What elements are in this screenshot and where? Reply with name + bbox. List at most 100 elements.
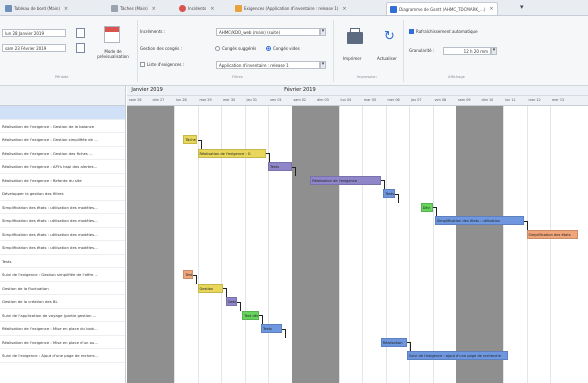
gantt-task-bar[interactable]: Réalisation bbox=[380, 337, 407, 347]
tab-requirements[interactable]: Exigences (Application d'inventaire : re… bbox=[232, 2, 350, 15]
close-icon[interactable]: × bbox=[152, 6, 156, 12]
gantt-task-bar[interactable]: Gestion bbox=[197, 283, 224, 293]
dropdown-arrow-icon[interactable]: ▾ bbox=[520, 3, 524, 11]
task-row[interactable]: Simplification des états : utilisation d… bbox=[0, 241, 125, 255]
day-label: mar 05 bbox=[364, 98, 377, 102]
gantt-task-bar[interactable]: Gest bbox=[225, 297, 238, 306]
task-row[interactable]: Gestion de la fluctuation bbox=[0, 282, 125, 295]
dependency-connector bbox=[409, 342, 411, 351]
group-label-periode: Période bbox=[55, 75, 69, 79]
exigences-field[interactable]: Application d'inventaire : release 1 bbox=[216, 61, 320, 69]
task-row[interactable]: Simplification des états : utilisation d… bbox=[0, 201, 125, 214]
task-list-header bbox=[0, 86, 125, 106]
close-icon[interactable]: × bbox=[64, 6, 68, 12]
gantt-task-bar[interactable]: Tests bbox=[383, 189, 395, 198]
task-row[interactable]: Tests bbox=[0, 255, 125, 268]
task-row[interactable]: Suivi de l'application de voyage (partie… bbox=[0, 309, 125, 322]
exigences-checkbox[interactable] bbox=[140, 62, 145, 67]
preview-mode-button[interactable]: Mode de prévisualisation bbox=[92, 49, 134, 59]
task-row[interactable]: Réalisation de l'exigence : Refonte du s… bbox=[0, 174, 125, 187]
printer-icon[interactable] bbox=[347, 28, 363, 44]
gantt-task-bar[interactable]: Réalisation de l'exigence bbox=[310, 175, 381, 185]
day-label: sam 26 bbox=[129, 98, 142, 102]
task-row[interactable]: Réalisation de l'exigence : Gestion simp… bbox=[0, 133, 125, 147]
tab-incidents[interactable]: Incidents × bbox=[176, 2, 217, 15]
day-label: lun 11 bbox=[505, 98, 516, 102]
tab-label: Exigences (Application d'inventaire : re… bbox=[244, 6, 339, 11]
auto-refresh-checkbox[interactable] bbox=[409, 29, 414, 34]
gantt-task-bar[interactable]: Test bbox=[183, 270, 193, 279]
zoom-dropdown[interactable]: ▾ bbox=[491, 47, 497, 55]
task-row[interactable]: Développer la gestion des filtres bbox=[0, 187, 125, 201]
conges-option-1: Congés suggérés bbox=[222, 46, 257, 51]
dependency-connector bbox=[527, 220, 529, 230]
gantt-task-bar[interactable]: Réalisation de l'exigence : G bbox=[197, 148, 266, 158]
tab-tasks[interactable]: Tâches (Main) × bbox=[108, 2, 159, 15]
day-label: mer 06 bbox=[387, 98, 400, 102]
day-label: dim 03 bbox=[317, 98, 329, 102]
group-label-impression: Impression bbox=[357, 75, 377, 79]
day-label: jeu 07 bbox=[411, 98, 422, 102]
tab-label: Tâches (Main) bbox=[120, 6, 148, 11]
gantt-task-bar[interactable]: Simplification des états : utilisation bbox=[434, 216, 525, 225]
zoom-label: Granularité : bbox=[409, 48, 435, 53]
day-label: lun 28 bbox=[176, 98, 187, 102]
print-button[interactable]: Imprimer bbox=[343, 56, 361, 61]
ribbon-toolbar: lun 28 Janvier 2019 sam 23 Février 2019 … bbox=[0, 16, 588, 86]
day-label: sam 02 bbox=[293, 98, 307, 102]
timeline: Janvier 2019 Février 2019 sam 26 dim 27 lun… bbox=[127, 86, 588, 383]
weekend-column bbox=[315, 106, 339, 383]
close-icon[interactable]: × bbox=[342, 6, 346, 12]
end-date-field[interactable]: sam 23 Février 2019 bbox=[2, 44, 66, 52]
calendar-icon[interactable] bbox=[76, 28, 85, 38]
task-row[interactable]: Suivi de l'exigence : Gestion simplifiée… bbox=[0, 268, 125, 282]
task-row-selected[interactable] bbox=[0, 106, 125, 120]
task-row[interactable]: Suivi de l'exigence : Ajout d'une page d… bbox=[0, 349, 125, 363]
task-row[interactable]: Réalisation de l'exigence : Mise en plac… bbox=[0, 336, 125, 349]
conges-empty-radio[interactable] bbox=[266, 46, 271, 51]
task-row[interactable]: Simplification des états : utilisation d… bbox=[0, 228, 125, 241]
gantt-task-bar[interactable]: Tests bbox=[268, 162, 292, 171]
group-label-filtres: Filtres bbox=[232, 75, 243, 79]
day-header: sam 26 dim 27 lun 28 mar 29 mer 30 jeu 31 ven … bbox=[127, 96, 588, 106]
close-icon[interactable]: × bbox=[210, 6, 214, 12]
refresh-icon[interactable]: ↻ bbox=[384, 30, 395, 44]
gantt-task-bar[interactable]: Dév bbox=[420, 202, 433, 212]
gantt-task-bar[interactable]: Tâche bbox=[183, 135, 198, 144]
zoom-field[interactable]: 12 h 20 mm bbox=[443, 47, 491, 55]
gantt-task-bar[interactable]: Simplification des états bbox=[526, 229, 579, 239]
gantt-task-bar[interactable]: Test dévt bbox=[242, 310, 259, 320]
task-row[interactable]: Réalisation de l'exigence : Mise en plac… bbox=[0, 322, 125, 336]
day-gridline bbox=[338, 106, 340, 383]
task-row[interactable]: Réalisation de l'exigence : API's hapi d… bbox=[0, 160, 125, 174]
exigences-label: Liste d'exigences : bbox=[147, 62, 185, 67]
task-row[interactable]: Réalisation de l'exigence : Gestion des … bbox=[0, 147, 125, 160]
conges-suggested-radio[interactable] bbox=[215, 46, 220, 51]
tab-label: Tableau de bord (Main) bbox=[14, 6, 60, 11]
task-list: Réalisation de l'exigence : Gestion de l… bbox=[0, 86, 126, 383]
day-gridline bbox=[174, 106, 175, 383]
separator bbox=[137, 20, 138, 82]
task-row[interactable]: Gestion de la création des BL bbox=[0, 295, 125, 309]
dependency-connector bbox=[200, 139, 202, 149]
grid-icon bbox=[5, 5, 12, 12]
task-row[interactable]: Simplification des états : utilisation d… bbox=[0, 214, 125, 228]
calendar-preview-icon[interactable] bbox=[104, 26, 120, 43]
tab-dashboard[interactable]: Tableau de bord (Main) × bbox=[2, 2, 71, 15]
close-icon[interactable]: × bbox=[489, 6, 493, 12]
task-row[interactable]: Réalisation de l'exigence : Gestion de l… bbox=[0, 120, 125, 133]
gantt-task-bar[interactable]: Suivi de l'exigence : ajout d'une page d… bbox=[406, 351, 508, 360]
start-date-field[interactable]: lun 28 Janvier 2019 bbox=[2, 29, 66, 37]
refresh-button[interactable]: Actualiser bbox=[377, 56, 397, 61]
gantt-task-bar[interactable]: Tests bbox=[260, 324, 283, 333]
exigences-dropdown[interactable]: ▾ bbox=[320, 61, 326, 69]
increments-field[interactable]: AHMC/KDO_web (main) (suite) bbox=[216, 28, 320, 36]
day-label: dim 27 bbox=[152, 98, 165, 102]
dependency-connector bbox=[261, 315, 263, 324]
separator bbox=[333, 20, 334, 82]
calendar-icon[interactable] bbox=[76, 43, 85, 53]
day-label: ven 08 bbox=[434, 98, 447, 102]
increments-dropdown[interactable]: ▾ bbox=[320, 28, 326, 36]
tab-label: Incidents bbox=[188, 6, 207, 11]
tab-gantt[interactable]: Diagramme de Gantt (AHMC_TDCMARK_...) × bbox=[386, 2, 498, 15]
